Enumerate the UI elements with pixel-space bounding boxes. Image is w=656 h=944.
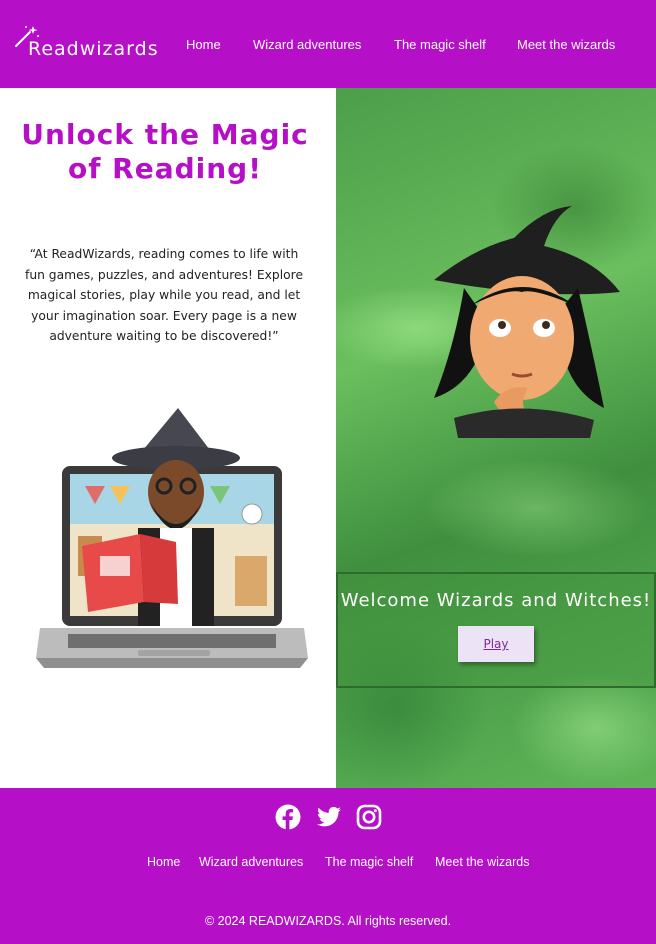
site-footer: Home Wizard adventures The magic shelf M… xyxy=(0,788,656,944)
facebook-icon[interactable] xyxy=(275,804,301,830)
nav-magic-shelf[interactable]: The magic shelf xyxy=(394,37,486,52)
welcome-title: Welcome Wizards and Witches! xyxy=(340,590,652,611)
logo-text: Readwizards xyxy=(28,38,159,60)
footer-nav-magic-shelf[interactable]: The magic shelf xyxy=(325,855,413,869)
welcome-panel: Welcome Wizards and Witches! Play xyxy=(336,572,656,688)
welcome-section: Welcome Wizards and Witches! Play xyxy=(336,88,656,788)
nav-wizard-adventures[interactable]: Wizard adventures xyxy=(253,37,361,52)
copyright-text: © 2024 READWIZARDS. All rights reserved. xyxy=(204,914,452,928)
witch-illustration xyxy=(434,206,620,438)
play-button[interactable]: Play xyxy=(458,626,534,662)
nav-home[interactable]: Home xyxy=(186,37,221,52)
hero-title: Unlock the Magic of Reading! xyxy=(21,118,309,185)
hero-quote: “At ReadWizards, reading comes to life w… xyxy=(24,247,304,343)
site-logo[interactable]: Readwizards xyxy=(14,24,158,64)
footer-nav-wizard-adventures[interactable]: Wizard adventures xyxy=(199,855,303,869)
footer-nav-meet-wizards[interactable]: Meet the wizards xyxy=(435,855,529,869)
intro-section: Unlock the Magic of Reading! “At ReadWiz… xyxy=(0,88,336,788)
footer-nav-home[interactable]: Home xyxy=(147,855,180,869)
instagram-icon[interactable] xyxy=(356,804,382,830)
nav-meet-wizards[interactable]: Meet the wizards xyxy=(517,37,615,52)
wizard-laptop-illustration xyxy=(36,408,308,668)
site-header: Readwizards Home Wizard adventures The m… xyxy=(0,0,656,88)
twitter-icon[interactable] xyxy=(316,804,342,830)
